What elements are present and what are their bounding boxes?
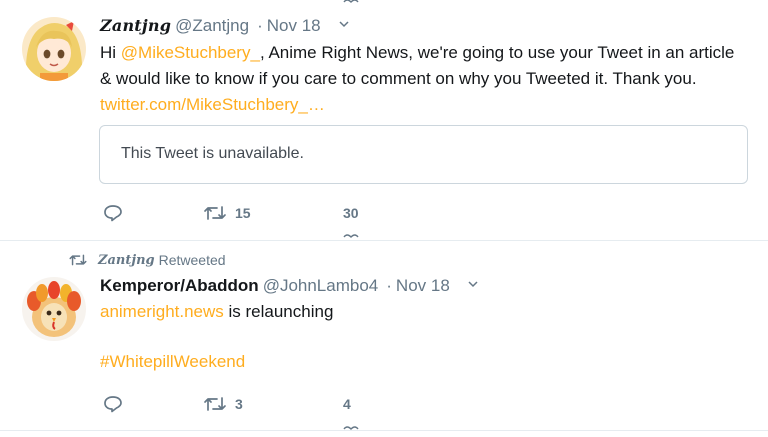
like-count: 4 [343, 396, 351, 412]
retweet-icon [204, 397, 226, 411]
tweet-text: Hi @MikeStuchbery_, Anime Right News, we… [100, 40, 750, 118]
retweet-icon [69, 254, 87, 266]
chevron-down-icon[interactable] [468, 279, 478, 289]
display-name[interactable]: Kemperor/Abaddon [100, 276, 259, 295]
retweet-context[interactable]: Zantjng Retweeted [68, 251, 226, 269]
retweet-button[interactable]: 15 [203, 203, 251, 223]
retweet-button[interactable]: 3 [203, 394, 243, 414]
text-segment: Hi [100, 43, 121, 62]
retweeter-name[interactable]: Zantjng [98, 253, 155, 268]
display-name[interactable]: Zantjng [100, 16, 171, 35]
chevron-down-icon[interactable] [339, 19, 349, 29]
reply-button[interactable] [103, 203, 131, 223]
timeline: Zantjng @Zantjng · Nov 18 Hi @MikeStuchbery… [0, 0, 768, 437]
retweeted-label: Retweeted [158, 252, 226, 268]
url-link[interactable]: animeright.news [100, 302, 224, 321]
separator: · [257, 16, 263, 35]
handle[interactable]: @JohnLambo4 [263, 276, 379, 295]
handle[interactable]: @Zantjng [175, 16, 249, 35]
more-replies-icon[interactable] [343, 232, 359, 240]
retweet-icon [204, 206, 226, 220]
tweet[interactable]: Zantjng Retweeted Kemperor/Abaddon @JohnL… [0, 240, 768, 437]
tweet-actions: 3 4 [0, 394, 768, 414]
like-button[interactable]: 30 [343, 203, 359, 223]
reply-button[interactable] [103, 394, 123, 414]
mention-link[interactable]: @MikeStuchbery_ [121, 43, 260, 62]
retweet-count: 15 [235, 205, 251, 221]
reply-icon [104, 396, 122, 413]
timestamp[interactable]: Nov 18 [396, 276, 450, 295]
timestamp[interactable]: Nov 18 [267, 16, 321, 35]
text-segment: is relaunching [223, 302, 334, 321]
separator: · [386, 276, 392, 295]
quoted-tweet-unavailable: This Tweet is unavailable. [121, 145, 304, 162]
reply-icon [104, 205, 122, 222]
tweet-hashtag-line: #WhitepillWeekend [100, 349, 750, 375]
quoted-tweet-box[interactable]: This Tweet is unavailable. [99, 125, 748, 184]
more-replies-icon[interactable] [343, 0, 359, 5]
divider [0, 430, 768, 431]
tweet-text: animeright.news is relaunching [100, 299, 750, 325]
url-link[interactable]: twitter.com/MikeStuchbery_… [100, 95, 325, 114]
tweet-header: Kemperor/Abaddon @JohnLambo4 · Nov 18 [100, 276, 478, 296]
retweet-count: 3 [235, 396, 243, 412]
tweet-actions: 15 30 [0, 203, 768, 223]
like-count: 30 [343, 205, 359, 221]
tweet[interactable]: Zantjng @Zantjng · Nov 18 Hi @MikeStuchbery… [0, 0, 768, 240]
tweet-header: Zantjng @Zantjng · Nov 18 [100, 16, 349, 36]
avatar[interactable] [22, 17, 86, 81]
hashtag-link[interactable]: #WhitepillWeekend [100, 352, 245, 371]
like-button[interactable]: 4 [343, 394, 351, 414]
avatar[interactable] [22, 277, 86, 341]
